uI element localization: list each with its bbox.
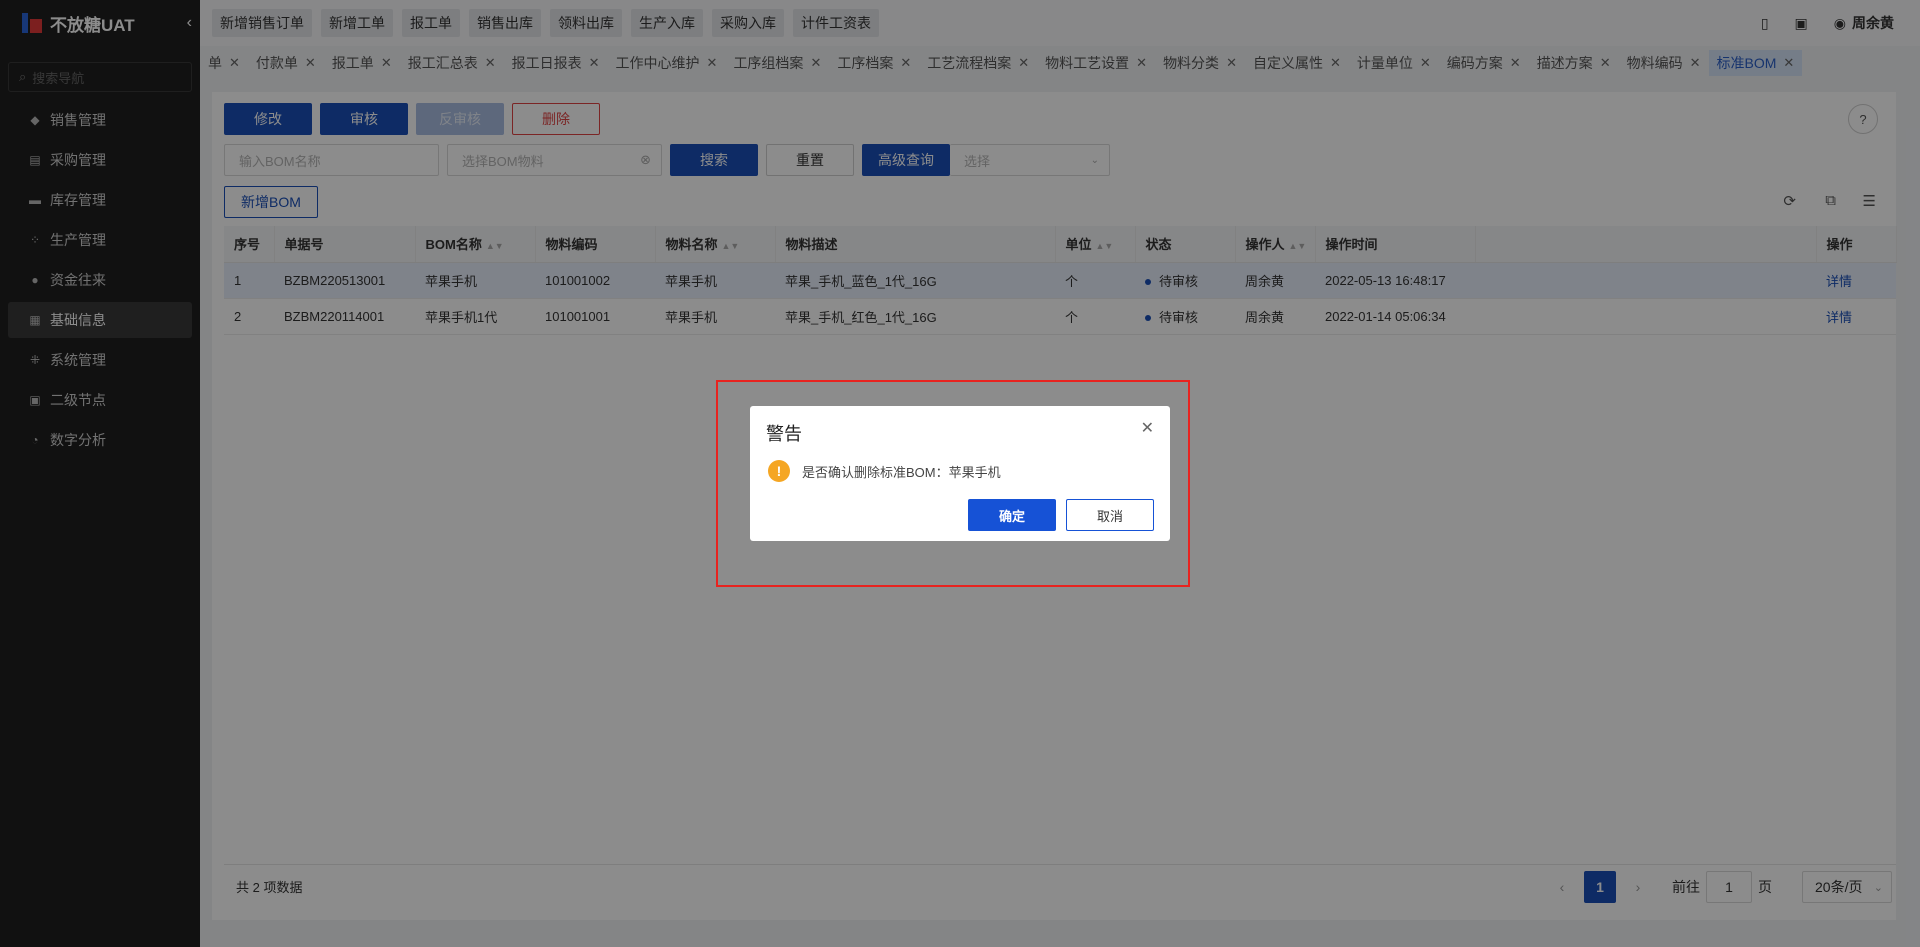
close-icon[interactable]: ✕ [1141,418,1154,438]
dialog-message-row: ! 是否确认删除标准BOM：苹果手机 [768,460,1001,482]
confirm-delete-dialog: 警告 ✕ ! 是否确认删除标准BOM：苹果手机 确定 取消 [750,406,1170,541]
cancel-button[interactable]: 取消 [1066,499,1154,531]
warning-icon: ! [768,460,790,482]
dialog-title: 警告 [766,424,802,444]
dialog-message: 是否确认删除标准BOM：苹果手机 [802,464,1001,480]
confirm-button[interactable]: 确定 [968,499,1056,531]
